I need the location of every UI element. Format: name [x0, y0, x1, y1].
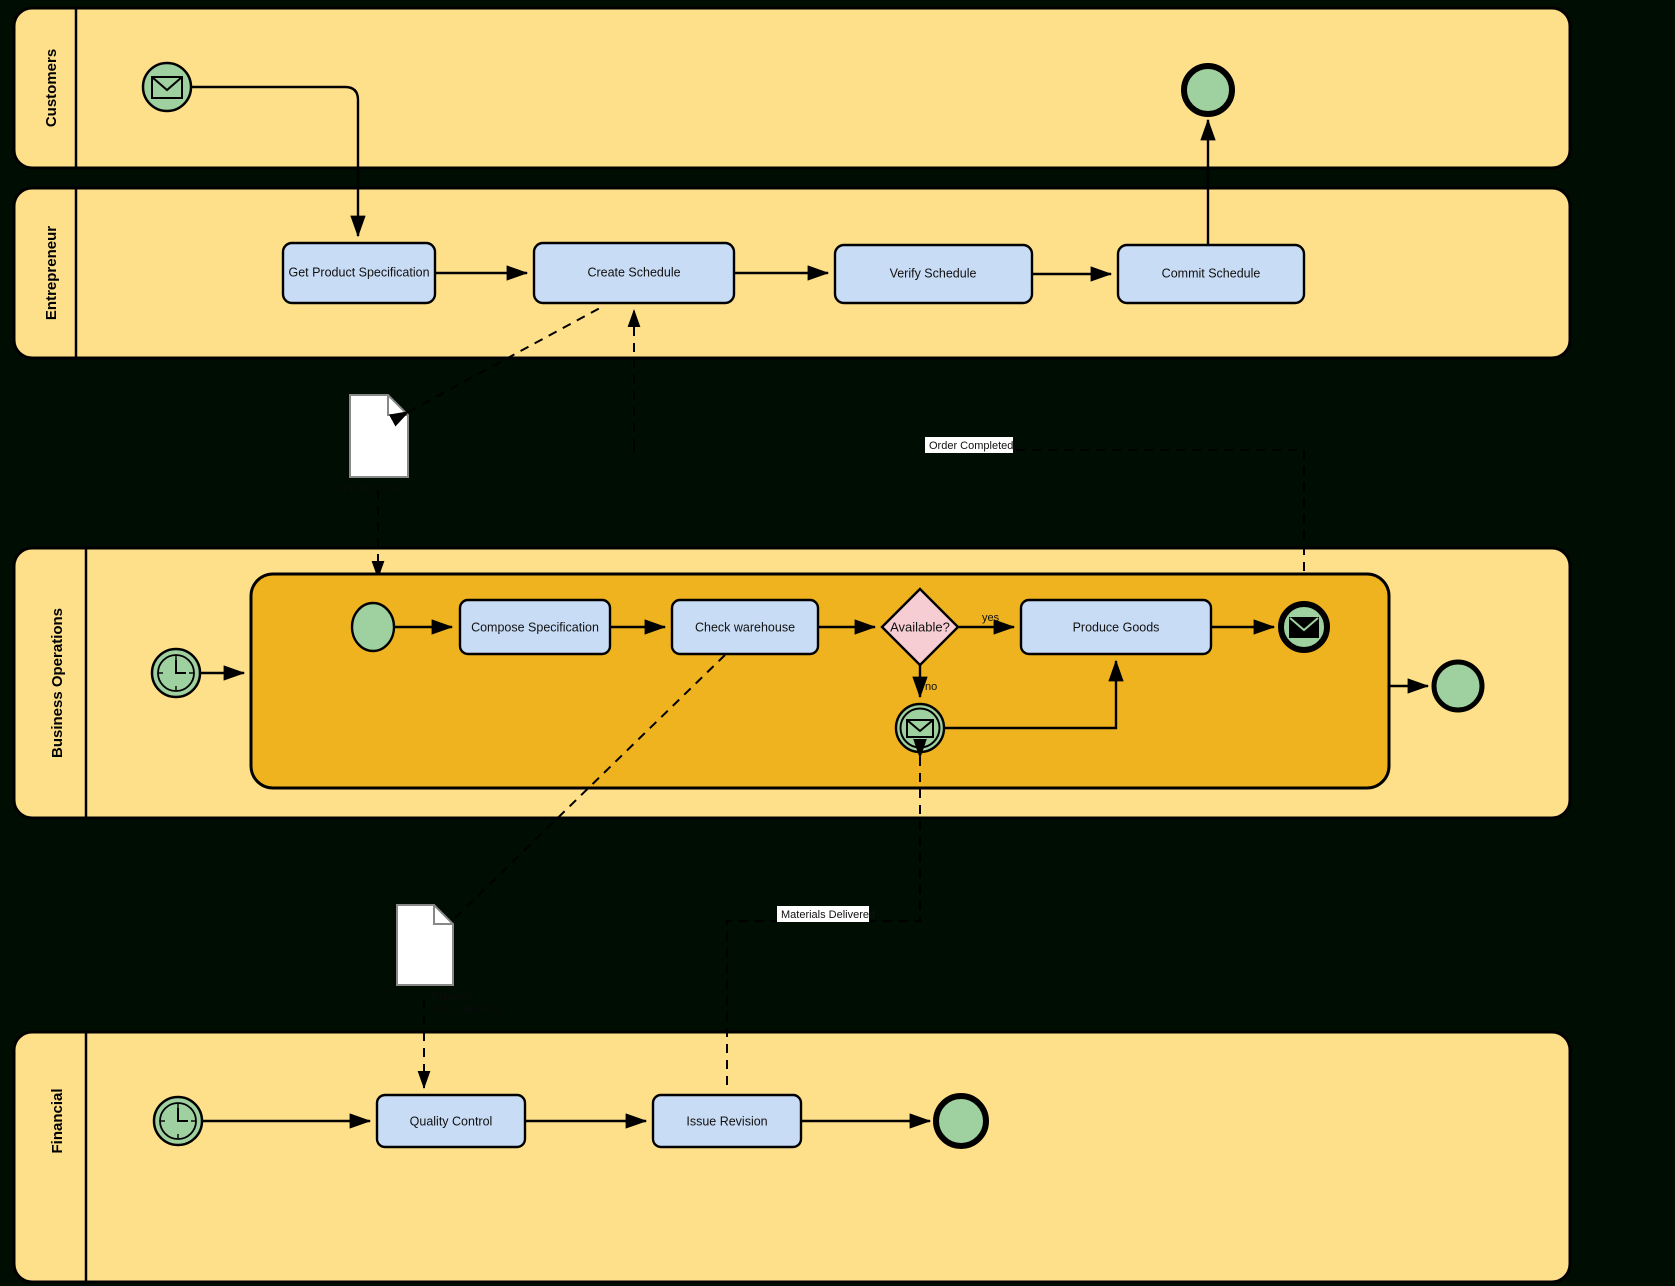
end-event-customer[interactable] [1181, 63, 1235, 117]
task-verify-schedule[interactable]: Verify Schedule [833, 243, 1034, 305]
task-issue-revision[interactable]: Issue Revision [651, 1093, 803, 1149]
message-flow-label-materials-delivered: Materials Delivered [777, 906, 875, 922]
data-object-label: Product List [343, 483, 401, 495]
task-label: Verify Schedule [890, 266, 977, 280]
data-object-product-list[interactable]: Product List [343, 394, 409, 495]
end-event-business-operations[interactable] [1431, 659, 1485, 713]
pool-label-entrepreneur: Entrepreneur [43, 226, 60, 320]
task-commit-schedule[interactable]: Commit Schedule [1116, 243, 1306, 305]
intermediate-event-message-business-operations[interactable] [894, 702, 946, 754]
start-event-timer-business-operations[interactable] [150, 647, 202, 699]
envelope-icon [906, 719, 934, 738]
task-check-warehouse[interactable]: Check warehouse [670, 598, 820, 656]
envelope-icon [1289, 617, 1319, 638]
end-event-subprocess-message[interactable] [1278, 601, 1330, 653]
task-get-product-specification[interactable]: Get Product Specification [281, 241, 437, 305]
pool-label-customers: Customers [43, 49, 60, 127]
task-label: Compose Specification [471, 620, 599, 634]
start-event-customer-message[interactable] [141, 61, 193, 113]
message-flow-label-order-completed: Order Completed [925, 437, 1013, 453]
msgflow-label-text: Order Completed [929, 440, 1013, 452]
task-label: Check warehouse [695, 620, 795, 634]
task-label: Get Product Specification [288, 265, 429, 279]
data-object-label-line1: Planned [432, 991, 472, 1003]
task-label: Issue Revision [686, 1114, 767, 1128]
data-object-label-line2: Stock Balance [432, 1004, 502, 1016]
msgflow-label-text: Materials Delivered [781, 909, 875, 921]
end-event-financial[interactable] [933, 1093, 989, 1149]
subprocess-production[interactable] [249, 572, 1391, 790]
task-label: Commit Schedule [1162, 266, 1261, 280]
flow-label-yes: yes [982, 612, 1000, 624]
task-compose-specification[interactable]: Compose Specification [458, 598, 612, 656]
task-label: Quality Control [410, 1114, 493, 1128]
start-event-subprocess[interactable] [350, 601, 396, 653]
task-quality-control[interactable]: Quality Control [375, 1093, 527, 1149]
task-create-schedule[interactable]: Create Schedule [532, 241, 736, 305]
pool-financial[interactable]: Financial [12, 1030, 1572, 1284]
pool-label-financial: Financial [49, 1088, 66, 1153]
pool-label-business-operations: Business Operations [49, 608, 66, 758]
bpmn-diagram-canvas: Customers Entrepreneur Business Operatio… [12, 6, 1572, 1284]
envelope-icon [151, 76, 183, 99]
data-object-planned-stock-balance[interactable]: Planned Stock Balance [396, 904, 502, 1016]
task-label: Produce Goods [1073, 620, 1160, 634]
flow-label-no: no [925, 681, 937, 693]
task-produce-goods[interactable]: Produce Goods [1019, 598, 1213, 656]
task-label: Create Schedule [587, 265, 680, 279]
gateway-label: Available? [890, 619, 950, 634]
start-event-timer-financial[interactable] [152, 1095, 204, 1147]
